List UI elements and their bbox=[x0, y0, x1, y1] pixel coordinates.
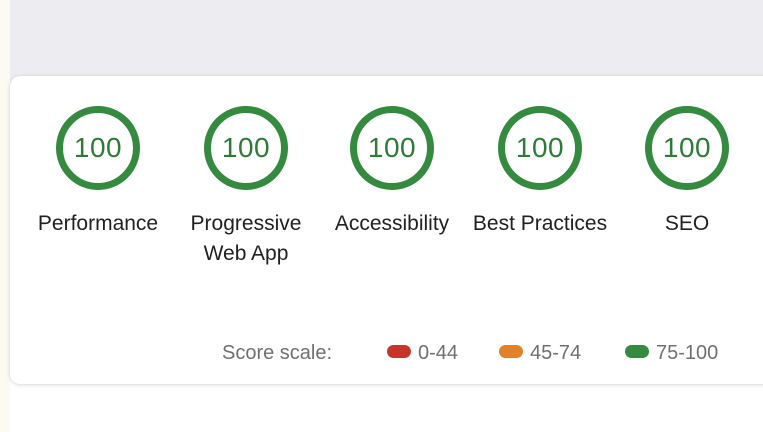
gauge-label: SEO bbox=[664, 212, 710, 235]
scale-item-average: 45-74 bbox=[499, 342, 581, 365]
scale-item-pass: 75-100 bbox=[625, 342, 718, 365]
gauge-label: Best Practices bbox=[472, 212, 608, 235]
gauge-ring: 100 bbox=[56, 106, 140, 190]
average-range-dot-icon bbox=[499, 345, 523, 359]
gauge-label: Performance bbox=[37, 212, 159, 235]
scale-range-label: 45-74 bbox=[530, 342, 582, 364]
gauge-score: 100 bbox=[367, 132, 417, 163]
gauge-ring: 100 bbox=[645, 106, 729, 190]
scale-item-fail: 0-44 bbox=[387, 342, 458, 365]
gauge-seo[interactable]: 100 SEO bbox=[612, 106, 762, 239]
gauge-score: 100 bbox=[221, 132, 271, 163]
gauge-ring: 100 bbox=[350, 106, 434, 190]
pass-range-dot-icon bbox=[625, 345, 649, 359]
scale-range-label: 0-44 bbox=[418, 342, 459, 364]
score-scale-legend: Score scale: 0-44 45-74 75-100 bbox=[10, 340, 733, 366]
gauge-label: Accessibility bbox=[334, 212, 450, 235]
gauge-score: 100 bbox=[73, 132, 123, 163]
score-scale-title: Score scale: bbox=[222, 342, 333, 364]
gauge-score: 100 bbox=[515, 132, 565, 163]
fail-range-dot-icon bbox=[387, 345, 411, 359]
gauge-progressive-web-app[interactable]: 100 Progressive Web App bbox=[171, 106, 321, 269]
gauge-ring: 100 bbox=[204, 106, 288, 190]
gauge-performance[interactable]: 100 Performance bbox=[23, 106, 173, 239]
gauge-best-practices[interactable]: 100 Best Practices bbox=[465, 106, 615, 239]
score-summary-card: 100 Performance 100 Progressive Web App … bbox=[10, 76, 763, 384]
gauge-score: 100 bbox=[662, 132, 712, 163]
gauge-ring: 100 bbox=[498, 106, 582, 190]
gauge-accessibility[interactable]: 100 Accessibility bbox=[317, 106, 467, 239]
scale-range-label: 75-100 bbox=[656, 342, 719, 364]
gauge-label: Progressive Web App bbox=[190, 212, 302, 265]
